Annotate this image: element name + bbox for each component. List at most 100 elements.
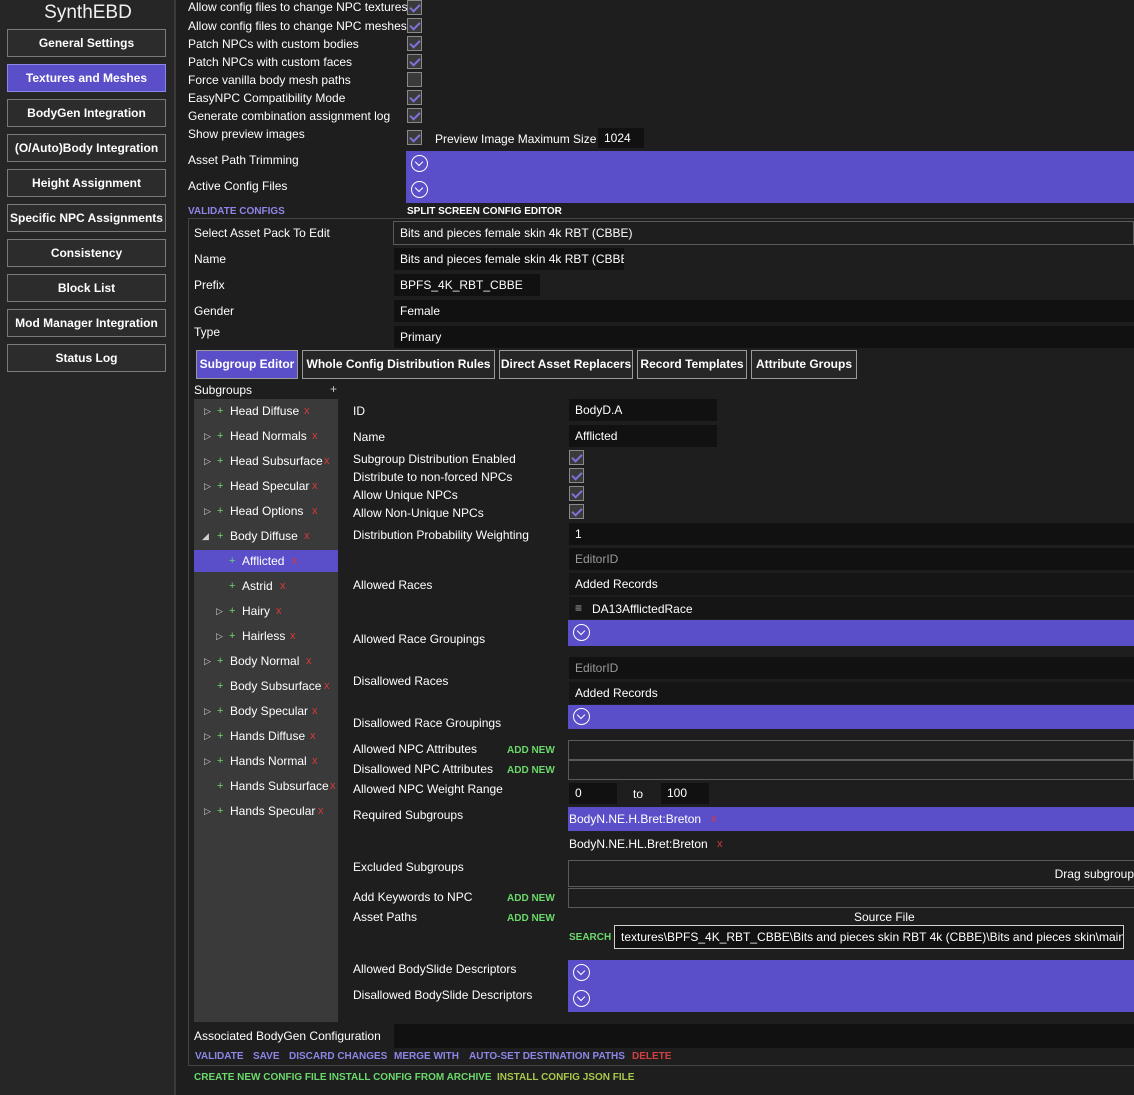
remove-icon[interactable]: x [312, 475, 318, 497]
chevron-down-icon[interactable] [411, 181, 428, 198]
add-icon[interactable]: + [217, 650, 223, 672]
non-forced-npcs-checkbox[interactable] [569, 468, 584, 483]
disallowed-races-editorid-input[interactable]: EditorID [569, 657, 1134, 679]
nav-block-list[interactable]: Block List [7, 274, 166, 302]
tree-item[interactable]: + Astrid x [194, 575, 338, 597]
tab-record-templates[interactable]: Record Templates [637, 350, 747, 379]
add-icon[interactable]: + [217, 700, 223, 722]
add-icon[interactable]: + [217, 525, 223, 547]
remove-icon[interactable]: x [312, 500, 318, 522]
add-icon[interactable]: + [217, 775, 223, 797]
source-file-input[interactable]: textures\BPFS_4K_RBT_CBBE\Bits and piece… [614, 925, 1124, 949]
tree-item[interactable]: ▷ + Head Normals x [194, 425, 338, 447]
nav-mod-manager-integration[interactable]: Mod Manager Integration [7, 309, 166, 337]
weight-range-max-input[interactable]: 100 [661, 783, 709, 804]
add-icon[interactable]: + [217, 500, 223, 522]
add-asset-path-button[interactable]: ADD NEW [507, 913, 555, 924]
associated-bodygen-dropdown[interactable] [394, 1024, 1134, 1048]
nav-height-assignment[interactable]: Height Assignment [7, 169, 166, 197]
expand-right-icon[interactable]: ▷ [204, 475, 211, 497]
install-config-archive-button[interactable]: INSTALL CONFIG FROM ARCHIVE [329, 1072, 492, 1083]
expand-right-icon[interactable]: ▷ [204, 650, 211, 672]
select-asset-pack-dropdown[interactable]: Bits and pieces female skin 4k RBT (CBBE… [393, 221, 1134, 245]
option-checkbox-meshes[interactable] [407, 18, 422, 33]
remove-icon[interactable]: x [280, 575, 286, 597]
tree-item[interactable]: ▷ + Hairy x [194, 600, 338, 622]
pack-type-dropdown[interactable]: Primary [394, 326, 1134, 348]
tree-item[interactable]: ▷ + Hairless x [194, 625, 338, 647]
expand-right-icon[interactable]: ▷ [216, 625, 223, 647]
add-allowed-attribute-button[interactable]: ADD NEW [507, 745, 555, 756]
tab-direct-asset-replacers[interactable]: Direct Asset Replacers [499, 350, 633, 379]
option-checkbox-custom-bodies[interactable] [407, 36, 422, 51]
option-checkbox-preview-images[interactable] [407, 130, 422, 145]
expand-right-icon[interactable]: ▷ [204, 800, 211, 822]
remove-icon[interactable]: x [324, 675, 330, 697]
option-checkbox-combination-log[interactable] [407, 108, 422, 123]
add-icon[interactable]: + [217, 425, 223, 447]
remove-icon[interactable]: x [312, 425, 318, 447]
remove-icon[interactable]: x [312, 700, 318, 722]
tree-item[interactable]: ▷ + Head Diffuse x [194, 400, 338, 422]
add-icon[interactable]: + [229, 575, 235, 597]
tree-item[interactable]: ▷ + Head Specular x [194, 475, 338, 497]
merge-with-button[interactable]: MERGE WITH [394, 1051, 459, 1062]
subgroup-name-input[interactable]: Afflicted [569, 425, 717, 447]
drag-handle-icon[interactable]: ≡ [575, 601, 582, 615]
remove-icon[interactable]: x [330, 775, 336, 797]
expand-down-icon[interactable]: ◢ [202, 525, 209, 547]
nav-bodygen-integration[interactable]: BodyGen Integration [7, 99, 166, 127]
remove-icon[interactable]: x [310, 725, 316, 747]
remove-icon[interactable]: x [711, 813, 717, 825]
tab-attribute-groups[interactable]: Attribute Groups [751, 350, 857, 379]
tree-item[interactable]: ▷ + Head Options x [194, 500, 338, 522]
tree-item[interactable]: ▷ + Hands Normal x [194, 750, 338, 772]
add-icon[interactable]: + [229, 600, 235, 622]
tree-item[interactable]: ▷ + Body Specular x [194, 700, 338, 722]
remove-icon[interactable]: x [292, 550, 298, 572]
remove-icon[interactable]: x [290, 625, 296, 647]
expand-right-icon[interactable]: ▷ [204, 700, 211, 722]
nav-specific-npc-assignments[interactable]: Specific NPC Assignments [7, 204, 166, 232]
create-new-config-button[interactable]: CREATE NEW CONFIG FILE [194, 1072, 327, 1083]
probability-weighting-input[interactable]: 1 [569, 523, 1134, 545]
distribution-enabled-checkbox[interactable] [569, 450, 584, 465]
remove-icon[interactable]: x [318, 800, 324, 822]
tree-item[interactable]: ◢ + Body Diffuse x [194, 525, 338, 547]
validate-configs-link[interactable]: VALIDATE CONFIGS [188, 206, 285, 217]
nav-autobody-integration[interactable]: (O/Auto)Body Integration [7, 134, 166, 162]
add-icon[interactable]: + [217, 750, 223, 772]
tree-item[interactable]: + Body Subsurface x [194, 675, 338, 697]
option-checkbox-textures[interactable] [407, 0, 422, 15]
tree-item[interactable]: ▷ + Body Normal x [194, 650, 338, 672]
remove-icon[interactable]: x [306, 650, 312, 672]
non-unique-npcs-checkbox[interactable] [569, 504, 584, 519]
validate-button[interactable]: VALIDATE [195, 1051, 244, 1062]
tree-item[interactable]: ▷ + Hands Diffuse x [194, 725, 338, 747]
pack-prefix-input[interactable]: BPFS_4K_RBT_CBBE [394, 274, 540, 296]
nav-consistency[interactable]: Consistency [7, 239, 166, 267]
allowed-races-editorid-input[interactable]: EditorID [569, 548, 1134, 570]
expand-right-icon[interactable]: ▷ [204, 500, 211, 522]
option-checkbox-custom-faces[interactable] [407, 54, 422, 69]
save-button[interactable]: SAVE [253, 1051, 280, 1062]
add-icon[interactable]: + [217, 725, 223, 747]
expand-right-icon[interactable]: ▷ [204, 400, 211, 422]
expand-right-icon[interactable]: ▷ [204, 725, 211, 747]
split-screen-editor-link[interactable]: SPLIT SCREEN CONFIG EDITOR [407, 206, 562, 217]
expand-right-icon[interactable]: ▷ [204, 750, 211, 772]
remove-icon[interactable]: x [276, 600, 282, 622]
preview-max-input[interactable]: 1024 [598, 128, 644, 148]
add-icon[interactable]: + [217, 400, 223, 422]
weight-range-min-input[interactable]: 0 [569, 783, 617, 804]
add-icon[interactable]: + [217, 475, 223, 497]
nav-general-settings[interactable]: General Settings [7, 29, 166, 57]
chevron-down-icon[interactable] [573, 624, 590, 641]
remove-icon[interactable]: x [717, 838, 723, 850]
add-subgroup-button[interactable]: + [330, 382, 337, 396]
tab-whole-config-distribution-rules[interactable]: Whole Config Distribution Rules [302, 350, 495, 379]
nav-status-log[interactable]: Status Log [7, 344, 166, 372]
delete-button[interactable]: DELETE [632, 1051, 671, 1062]
tree-item[interactable]: + Hands Subsurface x [194, 775, 338, 797]
option-checkbox-vanilla-mesh[interactable] [407, 72, 422, 87]
